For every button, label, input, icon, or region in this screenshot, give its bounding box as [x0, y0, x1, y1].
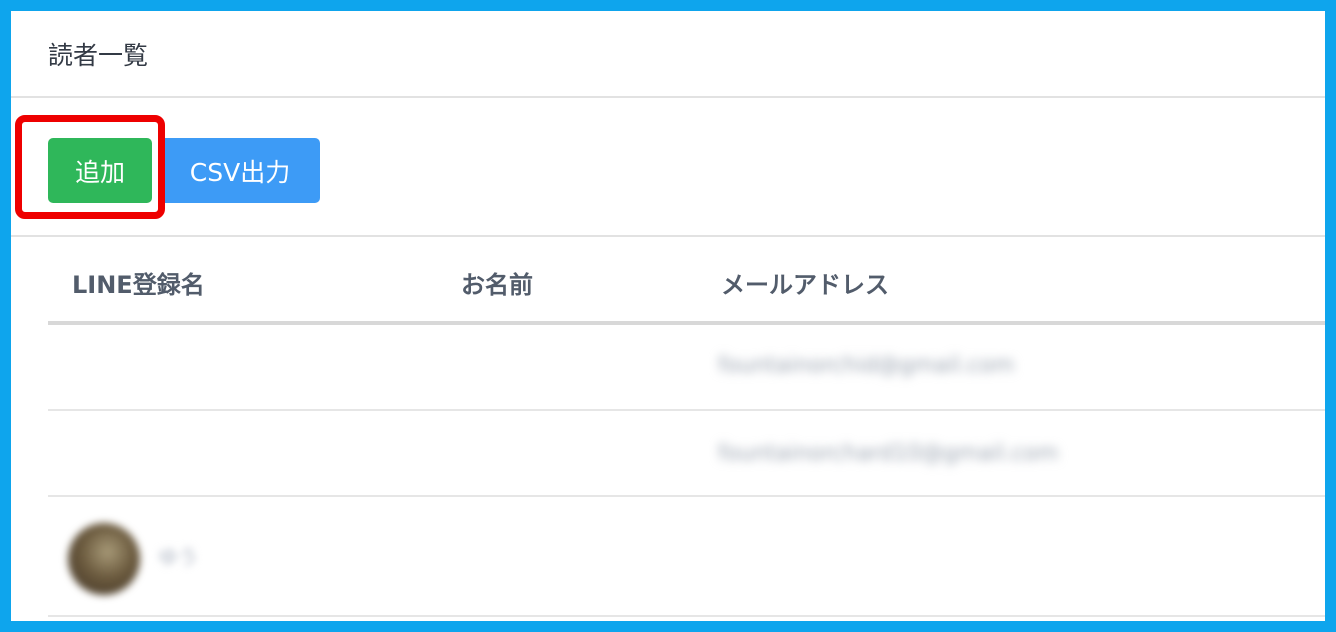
reader-list-panel: 読者一覧 追加 CSV出力 LINE登録名 お名前 メールアドレス founta…	[11, 11, 1325, 621]
line-name-cell: ゆう	[158, 545, 198, 569]
column-header-email[interactable]: メールアドレス	[721, 265, 889, 300]
email-cell: fountainorchid@gmail.com	[718, 353, 1015, 378]
toolbar: 追加 CSV出力	[11, 111, 1325, 235]
email-cell: fountainorchard10@gmail.com	[718, 441, 1059, 466]
table-header: LINE登録名 お名前 メールアドレス	[48, 237, 1325, 325]
column-header-name[interactable]: お名前	[461, 265, 533, 300]
page-header: 読者一覧	[11, 11, 1325, 98]
add-button[interactable]: 追加	[48, 138, 152, 203]
user-avatar	[68, 523, 140, 595]
page-title: 読者一覧	[48, 41, 149, 70]
table-row[interactable]: fountainorchard10@gmail.com	[48, 411, 1325, 497]
csv-export-button[interactable]: CSV出力	[160, 138, 320, 203]
reader-table: LINE登録名 お名前 メールアドレス fountainorchid@gmail…	[48, 237, 1325, 617]
column-header-line-name[interactable]: LINE登録名	[72, 265, 205, 300]
table-row[interactable]: fountainorchid@gmail.com	[48, 325, 1325, 411]
table-row[interactable]: ゆう	[48, 497, 1325, 617]
